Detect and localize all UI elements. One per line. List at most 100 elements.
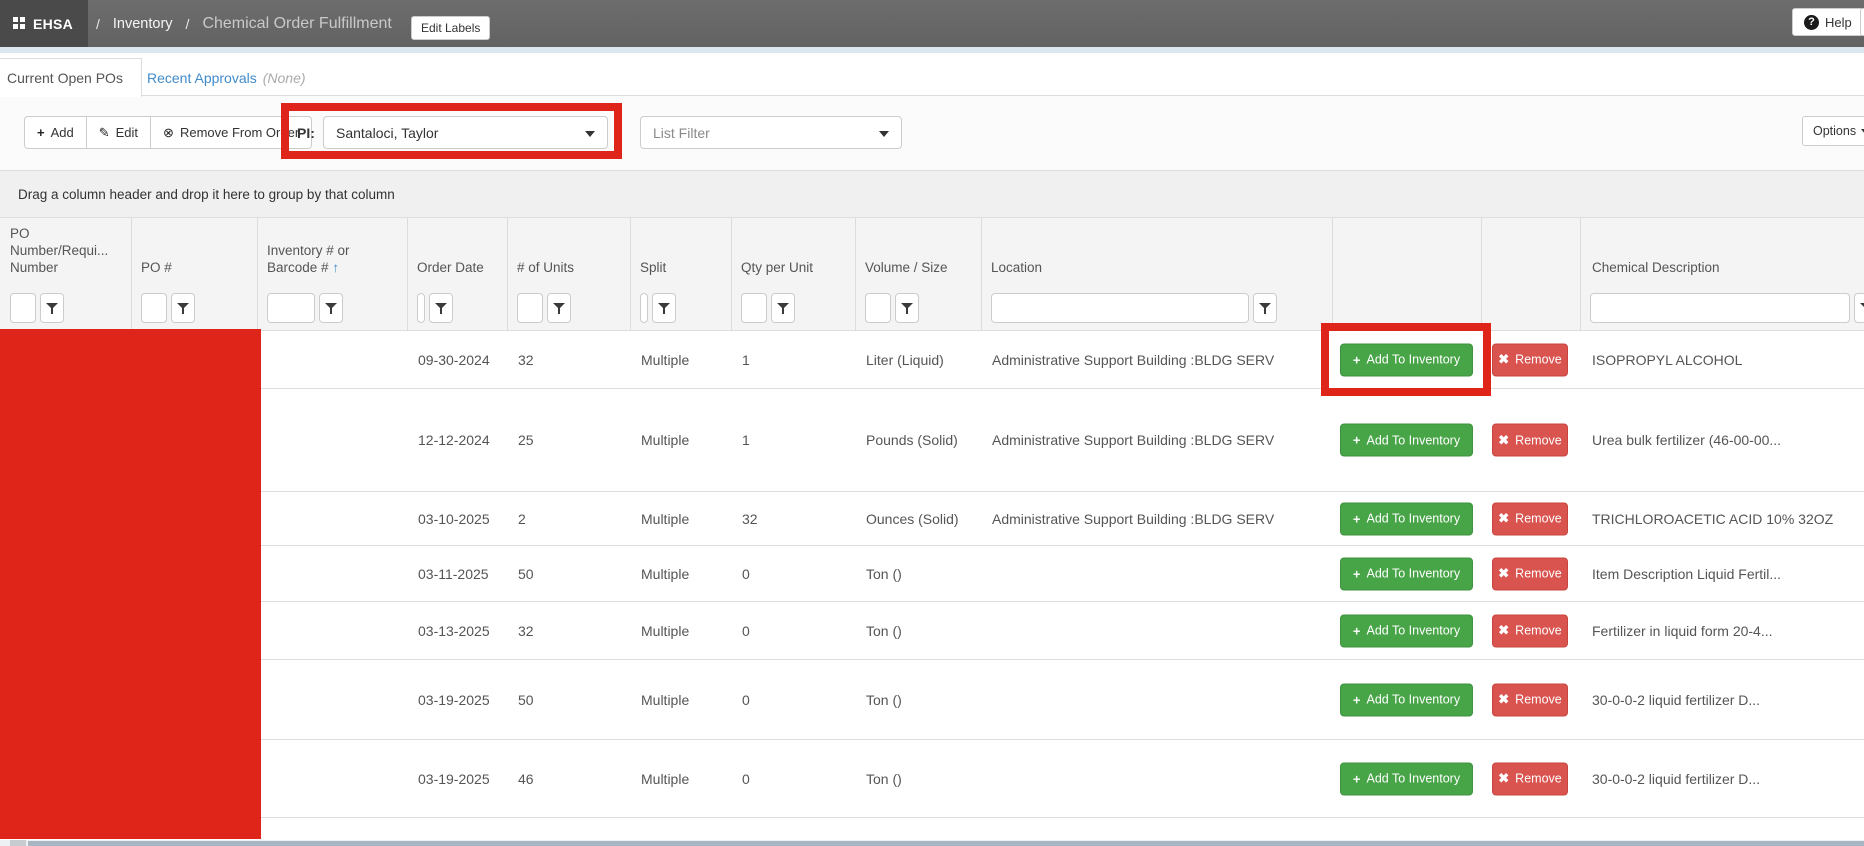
column-header-location[interactable]: Location xyxy=(981,259,1181,285)
cell-units: 32 xyxy=(507,602,534,659)
options-button[interactable]: Options xyxy=(1802,116,1864,146)
column-header-chemical-description[interactable]: Chemical Description xyxy=(1580,259,1850,285)
filter-button-volume[interactable] xyxy=(895,293,919,323)
cutoff-navbar-button[interactable] xyxy=(1860,8,1864,36)
add-to-inventory-label: Add To Inventory xyxy=(1367,567,1461,581)
remove-button[interactable]: ✖ Remove xyxy=(1492,502,1568,535)
x-icon: ✖ xyxy=(1498,692,1509,708)
plus-icon: + xyxy=(1353,623,1361,638)
cell-chemical-description: 30-0-0-2 liquid fertilizer D... xyxy=(1580,660,1760,739)
add-to-inventory-button[interactable]: + Add To Inventory xyxy=(1340,557,1473,590)
remove-button[interactable]: ✖Remove xyxy=(1492,343,1568,376)
filter-input-split[interactable] xyxy=(640,293,648,323)
column-header-po[interactable]: PO # xyxy=(131,259,251,285)
filter-button-inventory[interactable] xyxy=(319,293,343,323)
add-to-inventory-button[interactable]: +Add To Inventory xyxy=(1340,762,1473,795)
filter-input-volume[interactable] xyxy=(865,293,891,323)
cell-order-date: 09-30-2024 xyxy=(407,331,490,388)
filter-input-inventory[interactable] xyxy=(267,293,315,323)
tab-recent-approvals[interactable]: Recent Approvals (None) xyxy=(147,58,306,97)
filter-button-units[interactable] xyxy=(547,293,571,323)
group-drop-area[interactable]: Drag a column header and drop it here to… xyxy=(0,171,1864,218)
add-button[interactable]: + Add xyxy=(24,116,87,149)
filter-button-location[interactable] xyxy=(1253,293,1277,323)
filter-button-po[interactable] xyxy=(171,293,195,323)
toolbar-button-group: + Add ✎ Edit ⊗ Remove From Order xyxy=(24,116,312,149)
cell-location: Administrative Support Building :BLDG SE… xyxy=(981,331,1274,388)
remove-label: Remove xyxy=(1515,353,1562,367)
table-row: 09-30-2024 32 Multiple 1 Liter (Liquid) … xyxy=(0,331,1864,389)
add-to-inventory-label: Add To Inventory xyxy=(1367,693,1461,707)
edit-label: Edit xyxy=(116,125,138,140)
filter-button-po-number[interactable] xyxy=(40,293,64,323)
column-header-inventory-barcode[interactable]: Inventory # or Barcode # ↑ xyxy=(257,242,389,285)
filter-button-chemical[interactable] xyxy=(1854,293,1864,323)
filter-funnel-icon xyxy=(1860,302,1864,314)
cell-split: Multiple xyxy=(630,331,689,388)
cell-units: 50 xyxy=(507,546,534,601)
cell-volume-size: Pounds (Solid) xyxy=(855,389,958,491)
column-header-split[interactable]: Split xyxy=(630,259,726,285)
page-title: Chemical Order Fulfillment xyxy=(202,15,391,33)
cell-qty-per-unit: 32 xyxy=(731,492,758,545)
remove-button[interactable]: ✖Remove xyxy=(1492,683,1568,716)
column-header-volume-size[interactable]: Volume / Size xyxy=(855,259,976,285)
horizontal-scrollbar[interactable] xyxy=(0,840,1864,846)
filter-input-location[interactable] xyxy=(991,293,1249,323)
remove-button[interactable]: ✖Remove xyxy=(1492,614,1568,647)
list-filter-dropdown[interactable]: List Filter xyxy=(640,116,902,149)
tab-bar: Current Open POs Recent Approvals (None) xyxy=(0,53,1864,96)
plus-icon: + xyxy=(1353,511,1361,526)
cell-location xyxy=(981,660,992,739)
filter-input-po-number[interactable] xyxy=(10,293,36,323)
edit-button[interactable]: ✎ Edit xyxy=(87,116,151,149)
filter-input-qty[interactable] xyxy=(741,293,767,323)
scrollbar-thumb[interactable] xyxy=(28,841,1864,846)
remove-label: Remove xyxy=(1515,512,1562,526)
remove-button[interactable]: ✖Remove xyxy=(1492,557,1568,590)
cell-qty-per-unit: 1 xyxy=(731,389,750,491)
cell-split: Multiple xyxy=(630,546,689,601)
filter-button-order-date[interactable] xyxy=(429,293,453,323)
add-to-inventory-button[interactable]: +Add To Inventory xyxy=(1340,683,1473,716)
filter-input-po[interactable] xyxy=(141,293,167,323)
remove-button[interactable]: ✖Remove xyxy=(1492,762,1568,795)
add-to-inventory-button[interactable]: +Add To Inventory xyxy=(1340,424,1473,457)
add-to-inventory-button[interactable]: +Add To Inventory xyxy=(1340,502,1473,535)
list-filter-placeholder: List Filter xyxy=(653,125,710,141)
remove-button[interactable]: ✖Remove xyxy=(1492,424,1568,457)
column-header-order-date[interactable]: Order Date xyxy=(407,259,502,285)
filter-button-split[interactable] xyxy=(652,293,676,323)
add-to-inventory-button[interactable]: +Add To Inventory xyxy=(1340,614,1473,647)
annotation-box-add-to-inventory xyxy=(1321,323,1491,396)
cell-location xyxy=(981,740,992,817)
filter-input-order-date[interactable] xyxy=(417,293,425,323)
x-icon: ✖ xyxy=(1498,511,1509,527)
x-icon: ✖ xyxy=(1498,623,1509,639)
column-header-qty-per-unit[interactable]: Qty per Unit xyxy=(731,259,850,285)
cell-volume-size: Ounces (Solid) xyxy=(855,492,959,545)
help-button[interactable]: ? Help xyxy=(1792,8,1864,36)
tab-current-open-pos[interactable]: Current Open POs xyxy=(0,58,142,97)
filter-funnel-icon xyxy=(46,302,58,314)
cell-units: 50 xyxy=(507,660,534,739)
filter-funnel-icon xyxy=(1259,302,1271,314)
breadcrumb: / Inventory / Chemical Order Fulfillment xyxy=(96,0,392,47)
filter-button-qty[interactable] xyxy=(771,293,795,323)
app-brand[interactable]: EHSA xyxy=(0,0,88,47)
filter-funnel-icon xyxy=(325,302,337,314)
breadcrumb-inventory[interactable]: Inventory xyxy=(113,16,173,32)
cell-units: 25 xyxy=(507,389,534,491)
cell-order-date: 03-19-2025 xyxy=(407,740,490,817)
filter-input-units[interactable] xyxy=(517,293,543,323)
scrollbar-left-arrow[interactable] xyxy=(10,840,26,846)
column-header-po-number[interactable]: PO Number/Requi... Number xyxy=(0,225,125,285)
cell-chemical-description: 30-0-0-2 liquid fertilizer D... xyxy=(1580,740,1760,817)
edit-labels-button[interactable]: Edit Labels xyxy=(411,16,490,40)
cell-units: 2 xyxy=(507,492,526,545)
tab-recent-approvals-count: (None) xyxy=(263,70,306,86)
plus-icon: + xyxy=(1353,566,1361,581)
filter-input-chemical[interactable] xyxy=(1590,293,1850,323)
column-header-units[interactable]: # of Units xyxy=(507,259,625,285)
sort-ascending-icon: ↑ xyxy=(332,260,339,275)
